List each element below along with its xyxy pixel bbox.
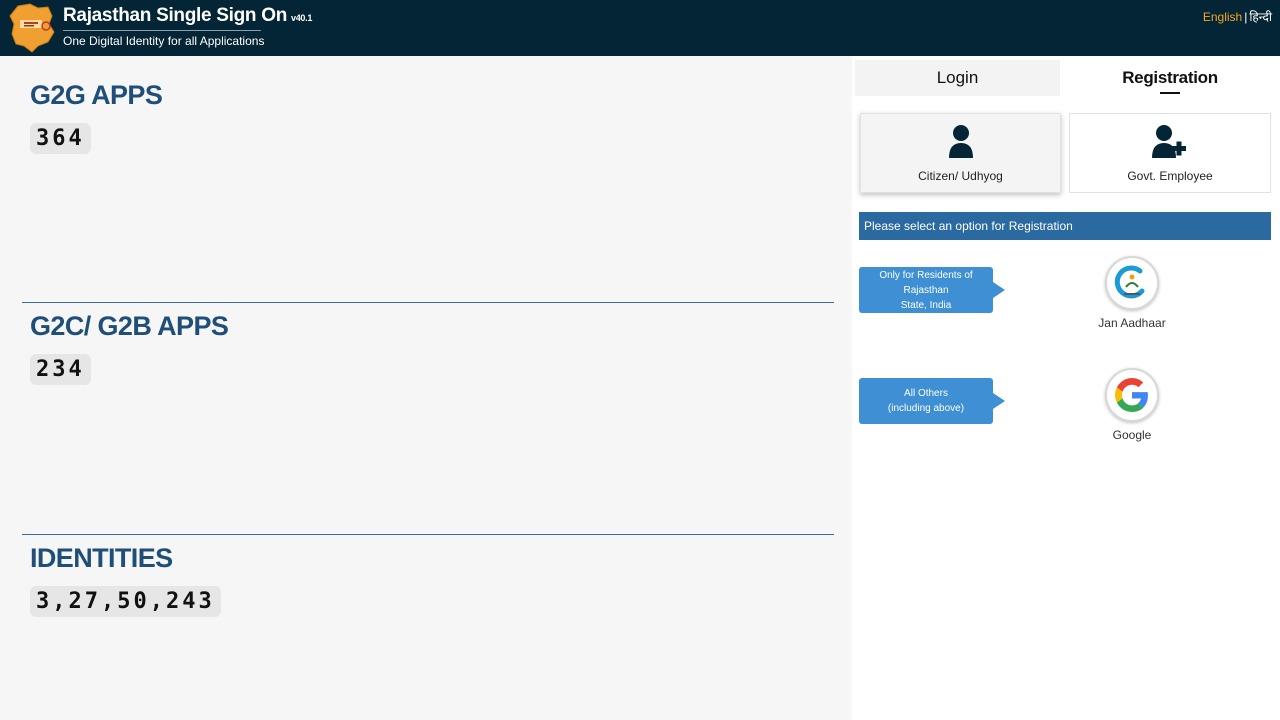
lang-english-link[interactable]: English <box>1203 10 1242 24</box>
jan-aadhaar-logo <box>1105 256 1159 310</box>
user-icon <box>948 125 973 158</box>
user-plus-icon <box>1152 125 1186 158</box>
registration-notice-bar: Please select an option for Registration <box>859 212 1271 240</box>
rajasthan-logo-icon[interactable] <box>8 2 56 54</box>
others-callout: All Others (including above) <box>859 378 1005 424</box>
app-title: Rajasthan Single Sign On v40.1 <box>63 5 313 26</box>
app-subtitle: One Digital Identity for all Application… <box>63 34 265 48</box>
citizen-udhyog-button[interactable]: Citizen/ Udhyog <box>860 113 1061 193</box>
jan-aadhaar-icon <box>1114 265 1145 299</box>
top-bar: Rajasthan Single Sign On v40.1 One Digita… <box>0 0 1280 56</box>
auth-panel: Login Registration Citizen/ Udhyog Govt.… <box>852 56 1280 720</box>
section-divider <box>22 302 834 303</box>
card-label: Govt. Employee <box>1127 169 1213 183</box>
govt-employee-button[interactable]: Govt. Employee <box>1069 113 1271 193</box>
tab-registration[interactable]: Registration <box>1064 60 1276 96</box>
tab-login[interactable]: Login <box>855 60 1060 96</box>
stat-title: G2G APPS <box>30 80 163 110</box>
google-logo <box>1105 368 1159 422</box>
stat-g2c-g2b: G2C/ G2B APPS 234 <box>30 311 229 385</box>
residents-callout: Only for Residents of Rajasthan State, I… <box>859 267 1005 313</box>
app-version: v40.1 <box>291 13 313 23</box>
callout-line: (including above) <box>887 403 965 414</box>
language-switcher: English | हिन्दी <box>1203 8 1272 25</box>
stats-panel: G2G APPS 364 G2C/ G2B APPS 234 IDENTITIE… <box>0 56 852 720</box>
lang-separator: | <box>1244 10 1248 24</box>
lang-hindi-link[interactable]: हिन्दी <box>1249 10 1272 24</box>
callout-line: State, India <box>900 299 952 311</box>
card-label: Citizen/ Udhyog <box>918 169 1003 183</box>
provider-label: Google <box>1112 428 1152 442</box>
google-icon <box>1115 378 1148 412</box>
stat-counter: 364 <box>30 123 91 154</box>
stat-identities: IDENTITIES 3,27,50,243 <box>30 543 221 617</box>
stat-g2g: G2G APPS 364 <box>30 80 163 154</box>
stat-counter: 234 <box>30 354 91 385</box>
section-divider <box>22 534 834 535</box>
stat-title: G2C/ G2B APPS <box>30 311 229 341</box>
callout-line: All Others <box>904 388 948 399</box>
active-tab-indicator <box>1160 92 1180 94</box>
stat-counter: 3,27,50,243 <box>30 586 221 617</box>
title-divider <box>63 30 261 31</box>
jan-aadhaar-button[interactable]: Jan Aadhaar <box>1097 256 1167 330</box>
callout-line: Only for Residents of Rajasthan <box>879 269 973 296</box>
provider-label: Jan Aadhaar <box>1098 316 1166 330</box>
stat-title: IDENTITIES <box>30 543 173 573</box>
google-button[interactable]: Google <box>1097 368 1167 442</box>
